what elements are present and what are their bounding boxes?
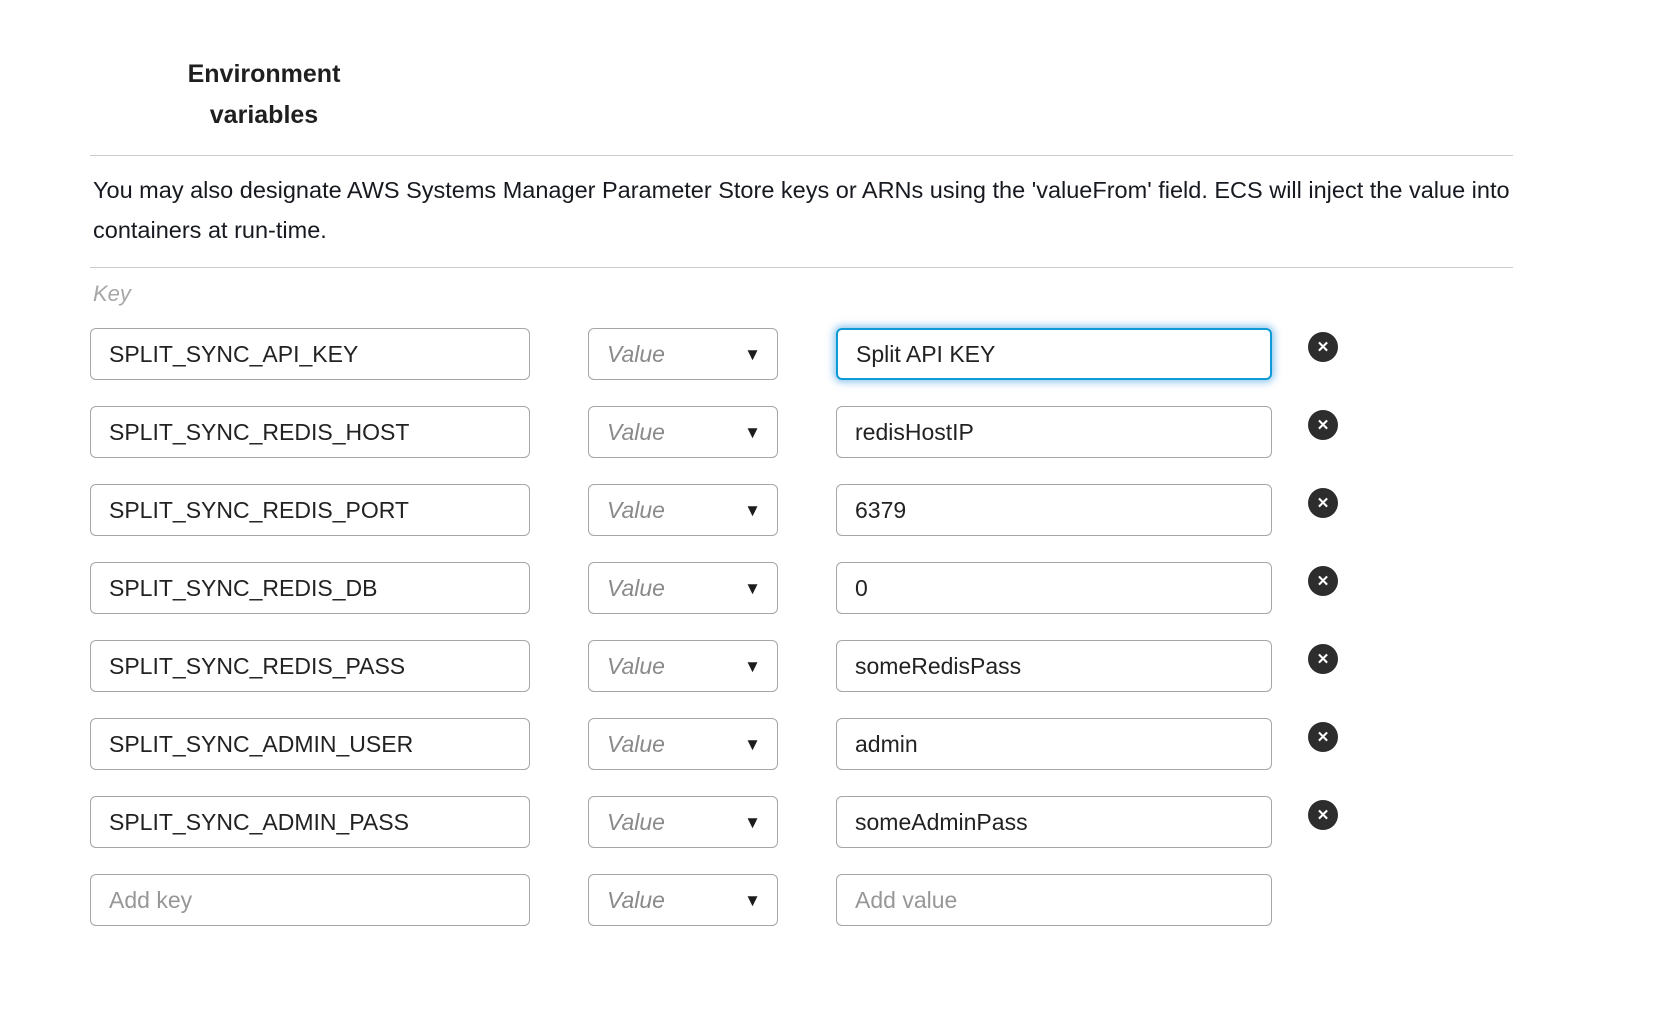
env-var-row: Value ▼ ✕ — [90, 562, 1513, 614]
remove-row-button[interactable]: ✕ — [1308, 332, 1338, 362]
env-value-input[interactable] — [836, 328, 1272, 380]
env-var-row: Value ▼ ✕ — [90, 328, 1513, 380]
add-type-select-label: Value — [607, 887, 665, 914]
env-type-select-label: Value — [607, 497, 665, 524]
section-label-line2: variables — [180, 95, 348, 136]
env-type-select[interactable]: Value ▼ — [588, 328, 778, 380]
env-key-input[interactable] — [90, 406, 530, 458]
help-text: You may also designate AWS Systems Manag… — [93, 170, 1513, 250]
chevron-down-icon: ▼ — [744, 424, 761, 441]
top-divider — [90, 155, 1513, 156]
env-type-select-label: Value — [607, 809, 665, 836]
mid-divider — [90, 267, 1513, 268]
remove-row-button[interactable]: ✕ — [1308, 800, 1338, 830]
env-var-row: Value ▼ ✕ — [90, 406, 1513, 458]
section-label-line1: Environment — [180, 54, 348, 95]
chevron-down-icon: ▼ — [744, 658, 761, 675]
chevron-down-icon: ▼ — [744, 736, 761, 753]
env-key-input[interactable] — [90, 562, 530, 614]
env-type-select[interactable]: Value ▼ — [588, 796, 778, 848]
env-type-select[interactable]: Value ▼ — [588, 562, 778, 614]
env-value-input[interactable] — [836, 406, 1272, 458]
remove-x-icon: ✕ — [1308, 410, 1338, 440]
env-type-select[interactable]: Value ▼ — [588, 640, 778, 692]
add-key-input[interactable] — [90, 874, 530, 926]
env-value-input[interactable] — [836, 796, 1272, 848]
remove-x-icon: ✕ — [1308, 488, 1338, 518]
chevron-down-icon: ▼ — [744, 502, 761, 519]
add-value-input[interactable] — [836, 874, 1272, 926]
remove-row-button[interactable]: ✕ — [1308, 644, 1338, 674]
env-value-input[interactable] — [836, 718, 1272, 770]
env-var-row: Value ▼ ✕ — [90, 796, 1513, 848]
remove-row-button[interactable]: ✕ — [1308, 410, 1338, 440]
section-label: Environment variables — [180, 54, 348, 136]
remove-row-button[interactable]: ✕ — [1308, 566, 1338, 596]
env-key-input[interactable] — [90, 718, 530, 770]
env-type-select-label: Value — [607, 653, 665, 680]
env-type-select-label: Value — [607, 341, 665, 368]
chevron-down-icon: ▼ — [744, 580, 761, 597]
remove-x-icon: ✕ — [1308, 332, 1338, 362]
remove-x-icon: ✕ — [1308, 800, 1338, 830]
env-key-input[interactable] — [90, 484, 530, 536]
remove-x-icon: ✕ — [1308, 566, 1338, 596]
env-type-select-label: Value — [607, 575, 665, 602]
env-type-select-label: Value — [607, 419, 665, 446]
env-var-row: Value ▼ ✕ — [90, 718, 1513, 770]
env-var-row: Value ▼ ✕ — [90, 484, 1513, 536]
env-value-input[interactable] — [836, 484, 1272, 536]
env-type-select-label: Value — [607, 731, 665, 758]
remove-row-button[interactable]: ✕ — [1308, 488, 1338, 518]
add-env-var-row: Value ▼ — [90, 874, 1513, 926]
env-var-row: Value ▼ ✕ — [90, 640, 1513, 692]
chevron-down-icon: ▼ — [744, 814, 761, 831]
chevron-down-icon: ▼ — [744, 346, 761, 363]
environment-variables-section: Environment variables You may also desig… — [0, 0, 1678, 1018]
env-var-rows: Value ▼ ✕ Value ▼ ✕ Value ▼ ✕ Value — [90, 328, 1513, 848]
env-type-select[interactable]: Value ▼ — [588, 484, 778, 536]
remove-x-icon: ✕ — [1308, 722, 1338, 752]
env-key-input[interactable] — [90, 640, 530, 692]
env-type-select[interactable]: Value ▼ — [588, 406, 778, 458]
chevron-down-icon: ▼ — [744, 892, 761, 909]
remove-x-icon: ✕ — [1308, 644, 1338, 674]
environment-variables-content: You may also designate AWS Systems Manag… — [90, 155, 1513, 952]
env-key-input[interactable] — [90, 796, 530, 848]
env-type-select[interactable]: Value ▼ — [588, 718, 778, 770]
env-value-input[interactable] — [836, 640, 1272, 692]
env-value-input[interactable] — [836, 562, 1272, 614]
env-key-input[interactable] — [90, 328, 530, 380]
remove-row-button[interactable]: ✕ — [1308, 722, 1338, 752]
key-column-label: Key — [93, 281, 1513, 307]
add-type-select[interactable]: Value ▼ — [588, 874, 778, 926]
